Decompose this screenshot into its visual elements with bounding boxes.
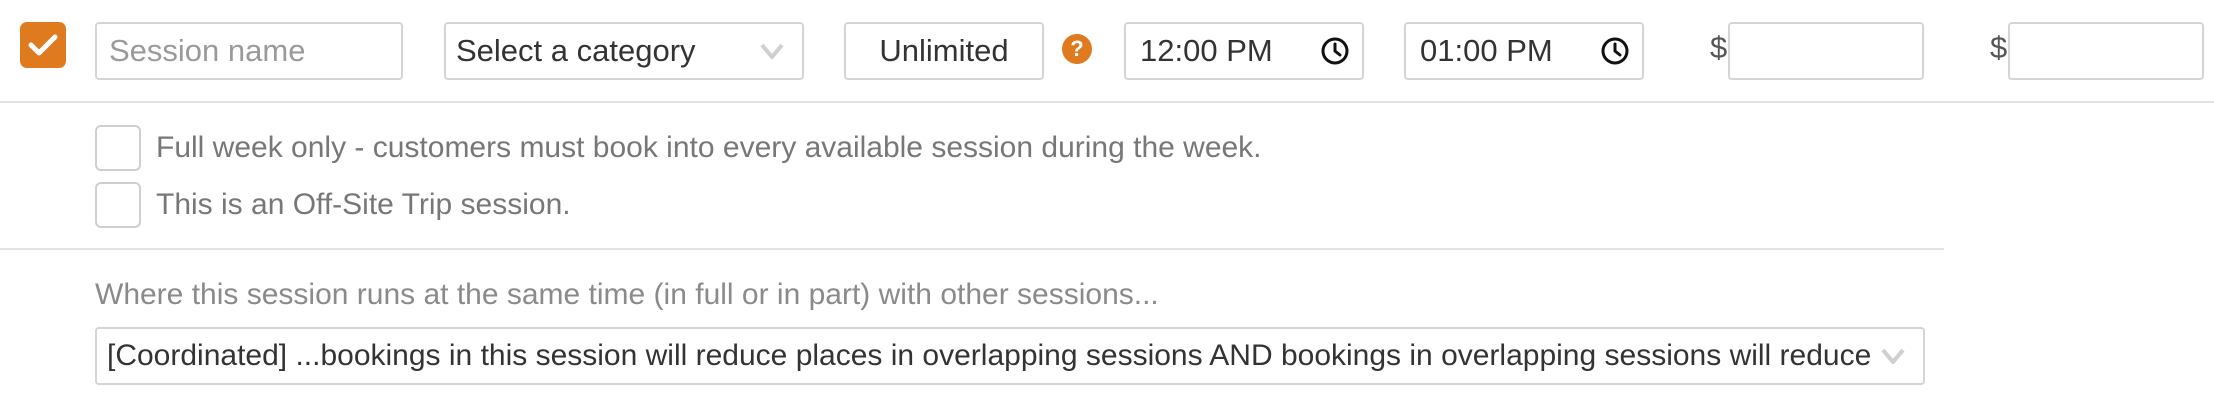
session-name-input[interactable] [97, 24, 401, 78]
clock-icon[interactable] [1320, 36, 1350, 66]
question-icon[interactable]: ? [1062, 34, 1092, 64]
start-time-value: 12:00 PM [1140, 33, 1273, 68]
session-name-field[interactable] [95, 22, 403, 80]
price-2-currency: $ [1990, 30, 2008, 65]
session-enabled-checkbox[interactable] [20, 22, 66, 68]
end-time-value: 01:00 PM [1420, 33, 1553, 68]
start-time-input[interactable]: 12:00 PM [1124, 22, 1364, 80]
price-1-currency: $ [1710, 30, 1728, 65]
category-select[interactable]: Select a category [444, 22, 804, 80]
full-week-checkbox[interactable] [95, 125, 141, 171]
capacity-button[interactable]: Unlimited [844, 22, 1044, 80]
divider [0, 101, 2214, 103]
off-site-trip-label: This is an Off-Site Trip session. [156, 188, 571, 221]
chevron-down-icon [1881, 348, 1905, 364]
full-week-label: Full week only - customers must book int… [156, 131, 1262, 164]
price-1-input[interactable] [1730, 24, 1922, 78]
overlap-label: Where this session runs at the same time… [95, 278, 1159, 311]
category-selected-value: Select a category [456, 33, 696, 68]
chevron-down-icon [760, 43, 784, 59]
checkmark-icon [28, 34, 58, 56]
off-site-trip-checkbox[interactable] [95, 182, 141, 228]
price-2-input[interactable] [2010, 24, 2202, 78]
price-2-field[interactable] [2008, 22, 2204, 80]
end-time-input[interactable]: 01:00 PM [1404, 22, 1644, 80]
divider [0, 248, 1944, 250]
overlap-mode-select[interactable]: [Coordinated] ...bookings in this sessio… [95, 327, 1925, 385]
clock-icon[interactable] [1600, 36, 1630, 66]
overlap-selected-value: [Coordinated] ...bookings in this sessio… [107, 339, 1873, 372]
capacity-label: Unlimited [879, 33, 1009, 68]
price-1-field[interactable] [1728, 22, 1924, 80]
